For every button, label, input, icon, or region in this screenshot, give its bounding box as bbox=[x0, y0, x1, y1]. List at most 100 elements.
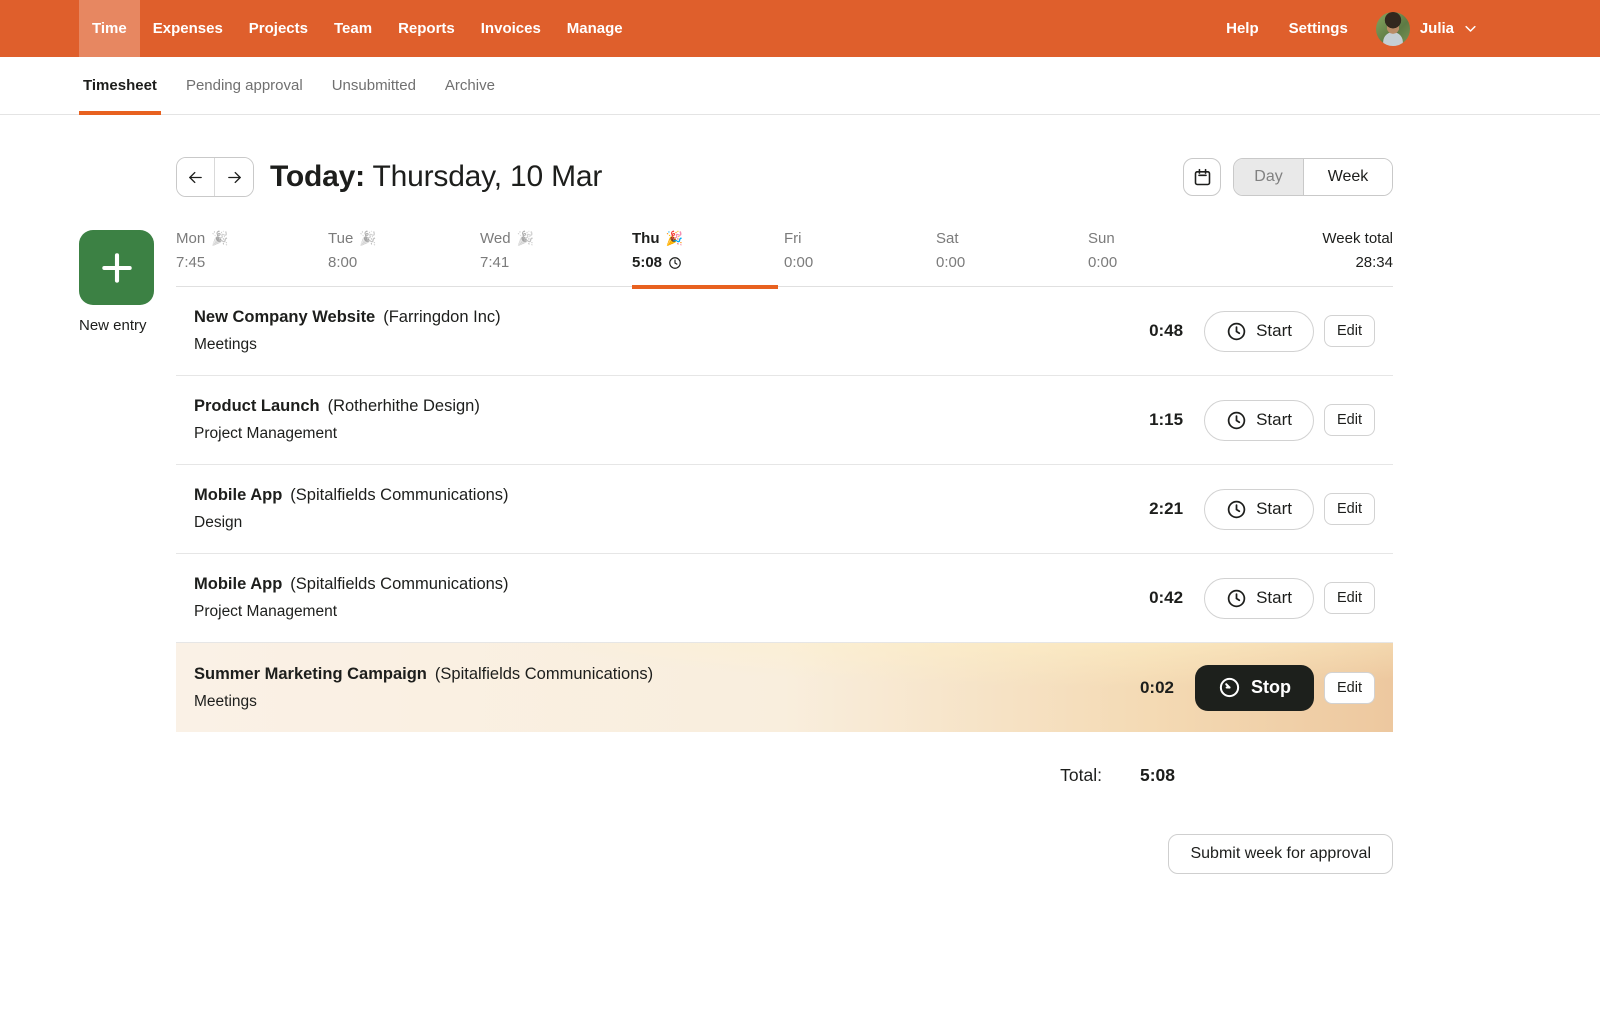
today-prefix: Today: bbox=[270, 160, 365, 193]
clock-icon bbox=[1227, 322, 1246, 340]
party-popper-icon: 🎉 bbox=[211, 230, 229, 246]
total-value: 5:08 bbox=[1139, 765, 1175, 785]
timesheet-entry: Product Launch (Rotherhithe Design) Proje… bbox=[176, 376, 1393, 465]
stop-timer-button[interactable]: Stop bbox=[1195, 664, 1314, 711]
edit-entry-button[interactable]: Edit bbox=[1324, 582, 1375, 614]
day-total: 7:45 bbox=[176, 254, 206, 271]
day-total: 0:00 bbox=[1088, 254, 1118, 271]
start-timer-button[interactable]: Start bbox=[1204, 310, 1314, 352]
nav-item-projects[interactable]: Projects bbox=[236, 0, 321, 57]
nav-item-time[interactable]: Time bbox=[79, 0, 140, 57]
submit-row: Submit week for approval bbox=[176, 834, 1393, 874]
timesheet-entry-running: Summer Marketing Campaign (Spitalfields C… bbox=[176, 643, 1393, 732]
date-pager bbox=[176, 157, 254, 197]
entry-project: New Company Website bbox=[194, 308, 376, 326]
entry-time: 0:42 bbox=[1149, 588, 1184, 607]
day-col-mon[interactable]: Mon 🎉 7:45 bbox=[176, 230, 328, 271]
arrow-right-icon bbox=[227, 171, 241, 183]
day-label: Mon bbox=[176, 230, 206, 247]
day-total: 7:41 bbox=[480, 254, 510, 271]
entry-project: Product Launch bbox=[194, 397, 320, 415]
entry-info: Summer Marketing Campaign (Spitalfields C… bbox=[194, 665, 1110, 711]
entry-task: Project Management bbox=[194, 603, 338, 620]
day-view-button[interactable]: Day bbox=[1234, 159, 1304, 195]
new-entry-label: New entry bbox=[79, 317, 147, 334]
week-strip: Mon 🎉 7:45 Tue 🎉 8:00 Wed 🎉 7:41 Thu 🎉 5:08 … bbox=[176, 230, 1393, 289]
week-total-col: Week total 28:34 bbox=[1240, 230, 1393, 271]
start-timer-button[interactable]: Start bbox=[1204, 577, 1314, 619]
entry-project: Mobile App bbox=[194, 575, 283, 593]
day-label: Sun bbox=[1088, 230, 1115, 247]
clock-icon bbox=[1227, 500, 1246, 518]
page-title: Today: Thursday, 10 Mar bbox=[270, 160, 602, 194]
clock-icon bbox=[1227, 411, 1246, 429]
new-entry-rail: New entry bbox=[79, 230, 175, 334]
tab-timesheet[interactable]: Timesheet bbox=[79, 57, 161, 115]
nav-item-expenses[interactable]: Expenses bbox=[140, 0, 236, 57]
day-label: Sat bbox=[936, 230, 959, 247]
entry-client: (Spitalfields Communications) bbox=[434, 664, 654, 683]
entry-client: (Farringdon Inc) bbox=[383, 308, 501, 326]
view-controls: Day Week bbox=[1183, 158, 1393, 196]
entry-time: 0:02 bbox=[1139, 677, 1174, 697]
previous-day-button[interactable] bbox=[177, 158, 215, 196]
nav-item-manage[interactable]: Manage bbox=[554, 0, 636, 57]
day-col-wed[interactable]: Wed 🎉 7:41 bbox=[480, 230, 632, 271]
timesheet-entry: Mobile App (Spitalfields Communications) … bbox=[176, 465, 1393, 554]
day-col-thu-active[interactable]: Thu 🎉 5:08 bbox=[632, 230, 784, 289]
party-popper-icon: 🎉 bbox=[665, 230, 683, 246]
edit-entry-button[interactable]: Edit bbox=[1324, 315, 1375, 347]
main-nav: Time Expenses Projects Team Reports Invo… bbox=[79, 0, 636, 57]
day-col-sat[interactable]: Sat 0:00 bbox=[936, 230, 1088, 271]
start-timer-button[interactable]: Start bbox=[1204, 399, 1314, 441]
start-timer-button[interactable]: Start bbox=[1204, 488, 1314, 530]
calendar-button[interactable] bbox=[1183, 158, 1221, 196]
timesheet-entry: Mobile App (Spitalfields Communications) … bbox=[176, 554, 1393, 643]
current-date: Thursday, 10 Mar bbox=[372, 160, 603, 193]
day-col-sun[interactable]: Sun 0:00 bbox=[1088, 230, 1240, 271]
timesheet-entry: New Company Website (Farringdon Inc) Meet… bbox=[176, 287, 1393, 376]
user-avatar[interactable] bbox=[1375, 11, 1410, 46]
tab-archive[interactable]: Archive bbox=[445, 57, 495, 114]
user-menu[interactable]: Julia bbox=[1420, 20, 1478, 37]
settings-link[interactable]: Settings bbox=[1279, 20, 1358, 37]
tab-unsubmitted[interactable]: Unsubmitted bbox=[332, 57, 416, 114]
edit-entry-button[interactable]: Edit bbox=[1324, 671, 1375, 704]
day-col-tue[interactable]: Tue 🎉 8:00 bbox=[328, 230, 480, 271]
timesheet-panel: Mon 🎉 7:45 Tue 🎉 8:00 Wed 🎉 7:41 Thu 🎉 5:08 … bbox=[176, 230, 1393, 874]
entry-client: (Spitalfields Communications) bbox=[290, 486, 509, 504]
new-entry-button[interactable] bbox=[79, 230, 154, 305]
help-link[interactable]: Help bbox=[1216, 20, 1269, 37]
clock-icon bbox=[1227, 589, 1246, 607]
nav-item-invoices[interactable]: Invoices bbox=[468, 0, 554, 57]
party-popper-icon: 🎉 bbox=[516, 230, 535, 246]
week-view-button[interactable]: Week bbox=[1304, 159, 1392, 195]
edit-entry-button[interactable]: Edit bbox=[1324, 493, 1375, 525]
day-total: 5:08 bbox=[632, 254, 784, 271]
top-nav: Time Expenses Projects Team Reports Invo… bbox=[0, 0, 1600, 57]
tab-pending-approval[interactable]: Pending approval bbox=[186, 57, 303, 114]
nav-item-reports[interactable]: Reports bbox=[385, 0, 468, 57]
entry-project: Mobile App bbox=[194, 486, 283, 504]
nav-item-team[interactable]: Team bbox=[321, 0, 385, 57]
entries-list: New Company Website (Farringdon Inc) Meet… bbox=[176, 287, 1393, 732]
day-total: 0:00 bbox=[784, 254, 814, 271]
entry-client: (Rotherhithe Design) bbox=[327, 397, 480, 415]
entry-info: New Company Website (Farringdon Inc) Meet… bbox=[194, 308, 1119, 354]
nav-right: Help Settings Julia bbox=[1216, 0, 1478, 57]
entry-task: Meetings bbox=[194, 336, 257, 353]
calendar-icon bbox=[1194, 168, 1210, 185]
week-total-value: 28:34 bbox=[1355, 254, 1393, 271]
entry-time: 0:48 bbox=[1149, 321, 1184, 340]
entry-time: 1:15 bbox=[1149, 410, 1184, 429]
next-day-button[interactable] bbox=[215, 158, 253, 196]
submit-week-button[interactable]: Submit week for approval bbox=[1168, 834, 1393, 874]
date-header-row: Today: Thursday, 10 Mar Day Week bbox=[176, 157, 1393, 197]
edit-entry-button[interactable]: Edit bbox=[1324, 404, 1375, 436]
day-col-fri[interactable]: Fri 0:00 bbox=[784, 230, 936, 271]
day-total: 0:00 bbox=[936, 254, 966, 271]
timesheet-content: New entry Mon 🎉 7:45 Tue 🎉 8:00 Wed 🎉 7:41 … bbox=[0, 230, 1600, 874]
day-label: Fri bbox=[784, 230, 802, 247]
arrow-left-icon bbox=[189, 171, 202, 183]
entry-info: Mobile App (Spitalfields Communications) … bbox=[194, 486, 1119, 532]
